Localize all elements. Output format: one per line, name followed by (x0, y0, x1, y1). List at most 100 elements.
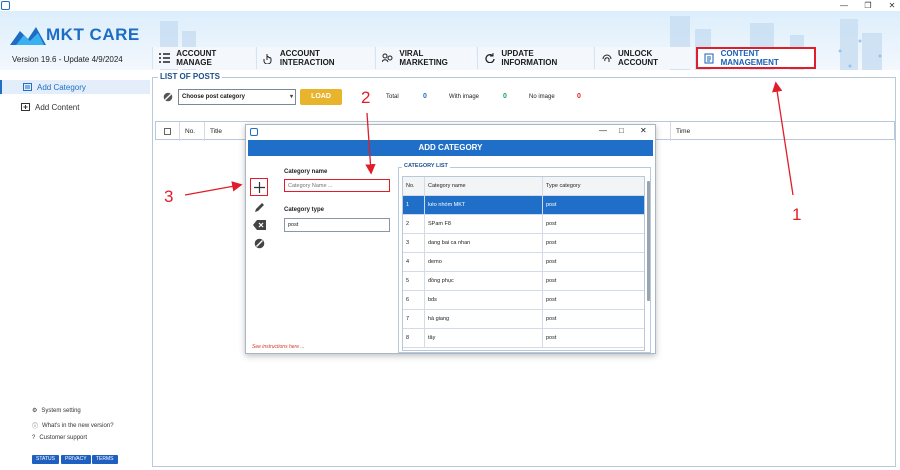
system-setting-label: System setting (41, 407, 81, 414)
category-table-header: No. Category name Type category (403, 177, 644, 196)
row-type: post (546, 240, 557, 246)
tab-label: ACCOUNT MANAGE (176, 49, 217, 67)
table-row[interactable]: 3 dang bai ca nhan post (403, 234, 644, 253)
row-type: post (546, 278, 557, 284)
backspace-icon (252, 220, 266, 230)
row-no: 7 (403, 310, 425, 329)
row-type: post (546, 297, 557, 303)
dialog-maximize-icon[interactable]: □ (619, 126, 624, 135)
row-name: tây (425, 329, 543, 348)
cancel-button[interactable] (250, 234, 268, 252)
customer-support-label: Customer support (39, 435, 88, 441)
table-row[interactable]: 7 hà giang post (403, 310, 644, 329)
logo-mark-icon (10, 27, 46, 45)
tab-account-manage[interactable]: ACCOUNT MANAGE (152, 47, 255, 69)
row-no: 4 (403, 253, 425, 272)
window-titlebar: — ❐ ✕ (0, 0, 900, 11)
maximize-icon[interactable]: ❐ (860, 0, 876, 11)
row-type: post (546, 202, 557, 208)
dialog-close-icon[interactable]: ✕ (640, 126, 647, 135)
tab-content-management[interactable]: CONTENT MANAGEMENT (696, 47, 816, 69)
category-list-scrollbar[interactable] (647, 181, 650, 301)
delete-button[interactable] (250, 216, 268, 234)
fingerprint-icon (601, 52, 612, 64)
table-row[interactable]: 2 SPam F8 post (403, 215, 644, 234)
dialog-titlebar: — □ ✕ (246, 125, 655, 139)
cancel-icon[interactable] (163, 92, 173, 102)
column-no: No. (180, 122, 205, 141)
table-row[interactable]: 8 tây post (403, 329, 644, 348)
row-no: 2 (403, 215, 425, 234)
table-row[interactable]: 5 đồng phục post (403, 272, 644, 291)
load-button[interactable]: LOAD (300, 89, 342, 105)
tab-update-information[interactable]: UPDATE INFORMATION (477, 47, 593, 69)
row-type: post (546, 259, 557, 265)
tab-viral-marketing[interactable]: VIRAL MARKETING (375, 47, 476, 69)
dialog-minimize-icon[interactable]: — (599, 126, 607, 135)
row-name: đồng phục (425, 272, 543, 291)
category-type-input[interactable]: post (284, 218, 390, 232)
edit-button[interactable] (250, 198, 268, 216)
column-category-name: Category name (425, 177, 543, 196)
row-no: 1 (403, 196, 425, 215)
content-icon (21, 103, 30, 111)
tab-unlock-account[interactable]: UNLOCK ACCOUNT (594, 47, 694, 69)
add-button[interactable] (250, 178, 268, 196)
category-name-label: Category name (284, 169, 328, 175)
category-name-input[interactable] (284, 179, 390, 192)
column-time: Time (676, 128, 691, 135)
customer-support-link[interactable]: ? Customer support (32, 435, 87, 441)
annotation-number-3: 3 (164, 187, 174, 206)
info-icon: ⓘ (32, 424, 39, 430)
system-setting-link[interactable]: ⚙ System setting (32, 407, 81, 415)
post-category-value: Choose post category (182, 94, 246, 100)
version-text: Version 19.6 - Update 4/9/2024 (12, 55, 123, 64)
privacy-badge[interactable]: PRIVACY (61, 455, 91, 464)
whats-new-link[interactable]: ⓘ What's in the new version? (32, 421, 114, 431)
list-of-posts-legend: LIST OF POSTS (158, 72, 223, 81)
terms-badge[interactable]: TERMS (92, 455, 118, 464)
column-type-category: Type category (546, 183, 581, 189)
select-all-checkbox[interactable] (164, 127, 171, 135)
table-row[interactable]: 1 kéo nhóm MKT post (403, 196, 644, 215)
plus-icon (253, 181, 265, 193)
category-table: No. Category name Type category 1 kéo nh… (402, 176, 645, 351)
table-row[interactable]: 4 demo post (403, 253, 644, 272)
close-icon[interactable]: ✕ (884, 0, 900, 11)
gear-icon: ⚙ (32, 408, 38, 414)
cancel-icon (254, 238, 264, 248)
minimize-icon[interactable]: — (836, 0, 852, 11)
row-no: 5 (403, 272, 425, 291)
tab-account-interaction[interactable]: ACCOUNT INTERACTION (256, 47, 374, 69)
table-row[interactable]: 6 bds post (403, 291, 644, 310)
no-image-value: 0 (577, 93, 581, 100)
status-badge[interactable]: STATUS (32, 455, 59, 464)
sidebar-item-add-content[interactable]: Add Content (0, 100, 150, 114)
category-icon (23, 83, 32, 91)
row-name: dang bai ca nhan (425, 234, 543, 253)
whats-new-label: What's in the new version? (42, 422, 114, 429)
dialog-app-icon (250, 128, 258, 136)
tab-label: CONTENT MANAGEMENT (720, 49, 779, 67)
select-all-checkbox-cell (156, 122, 180, 141)
annotation-number-1: 1 (792, 205, 802, 224)
pencil-icon (254, 202, 264, 212)
instructions-link[interactable]: See instructions here ... (252, 344, 305, 350)
row-no: 3 (403, 234, 425, 253)
list-icon (159, 52, 171, 64)
refresh-icon (484, 52, 495, 64)
tab-label: ACCOUNT INTERACTION (279, 49, 335, 67)
help-icon: ? (32, 435, 36, 441)
sidebar-item-add-category[interactable]: Add Category (0, 80, 150, 94)
row-no: 6 (403, 291, 425, 310)
tab-label: UPDATE INFORMATION (501, 49, 558, 67)
row-name: bds (425, 291, 543, 310)
document-icon (704, 52, 715, 64)
row-name: kéo nhóm MKT (425, 196, 543, 215)
sidebar-item-label: Add Category (37, 82, 86, 92)
post-category-select[interactable]: Choose post category ▾ (178, 89, 296, 105)
pointer-hand-icon (263, 52, 274, 64)
row-name: SPam F8 (425, 215, 543, 234)
row-no: 8 (403, 329, 425, 348)
category-type-label: Category type (284, 207, 325, 213)
